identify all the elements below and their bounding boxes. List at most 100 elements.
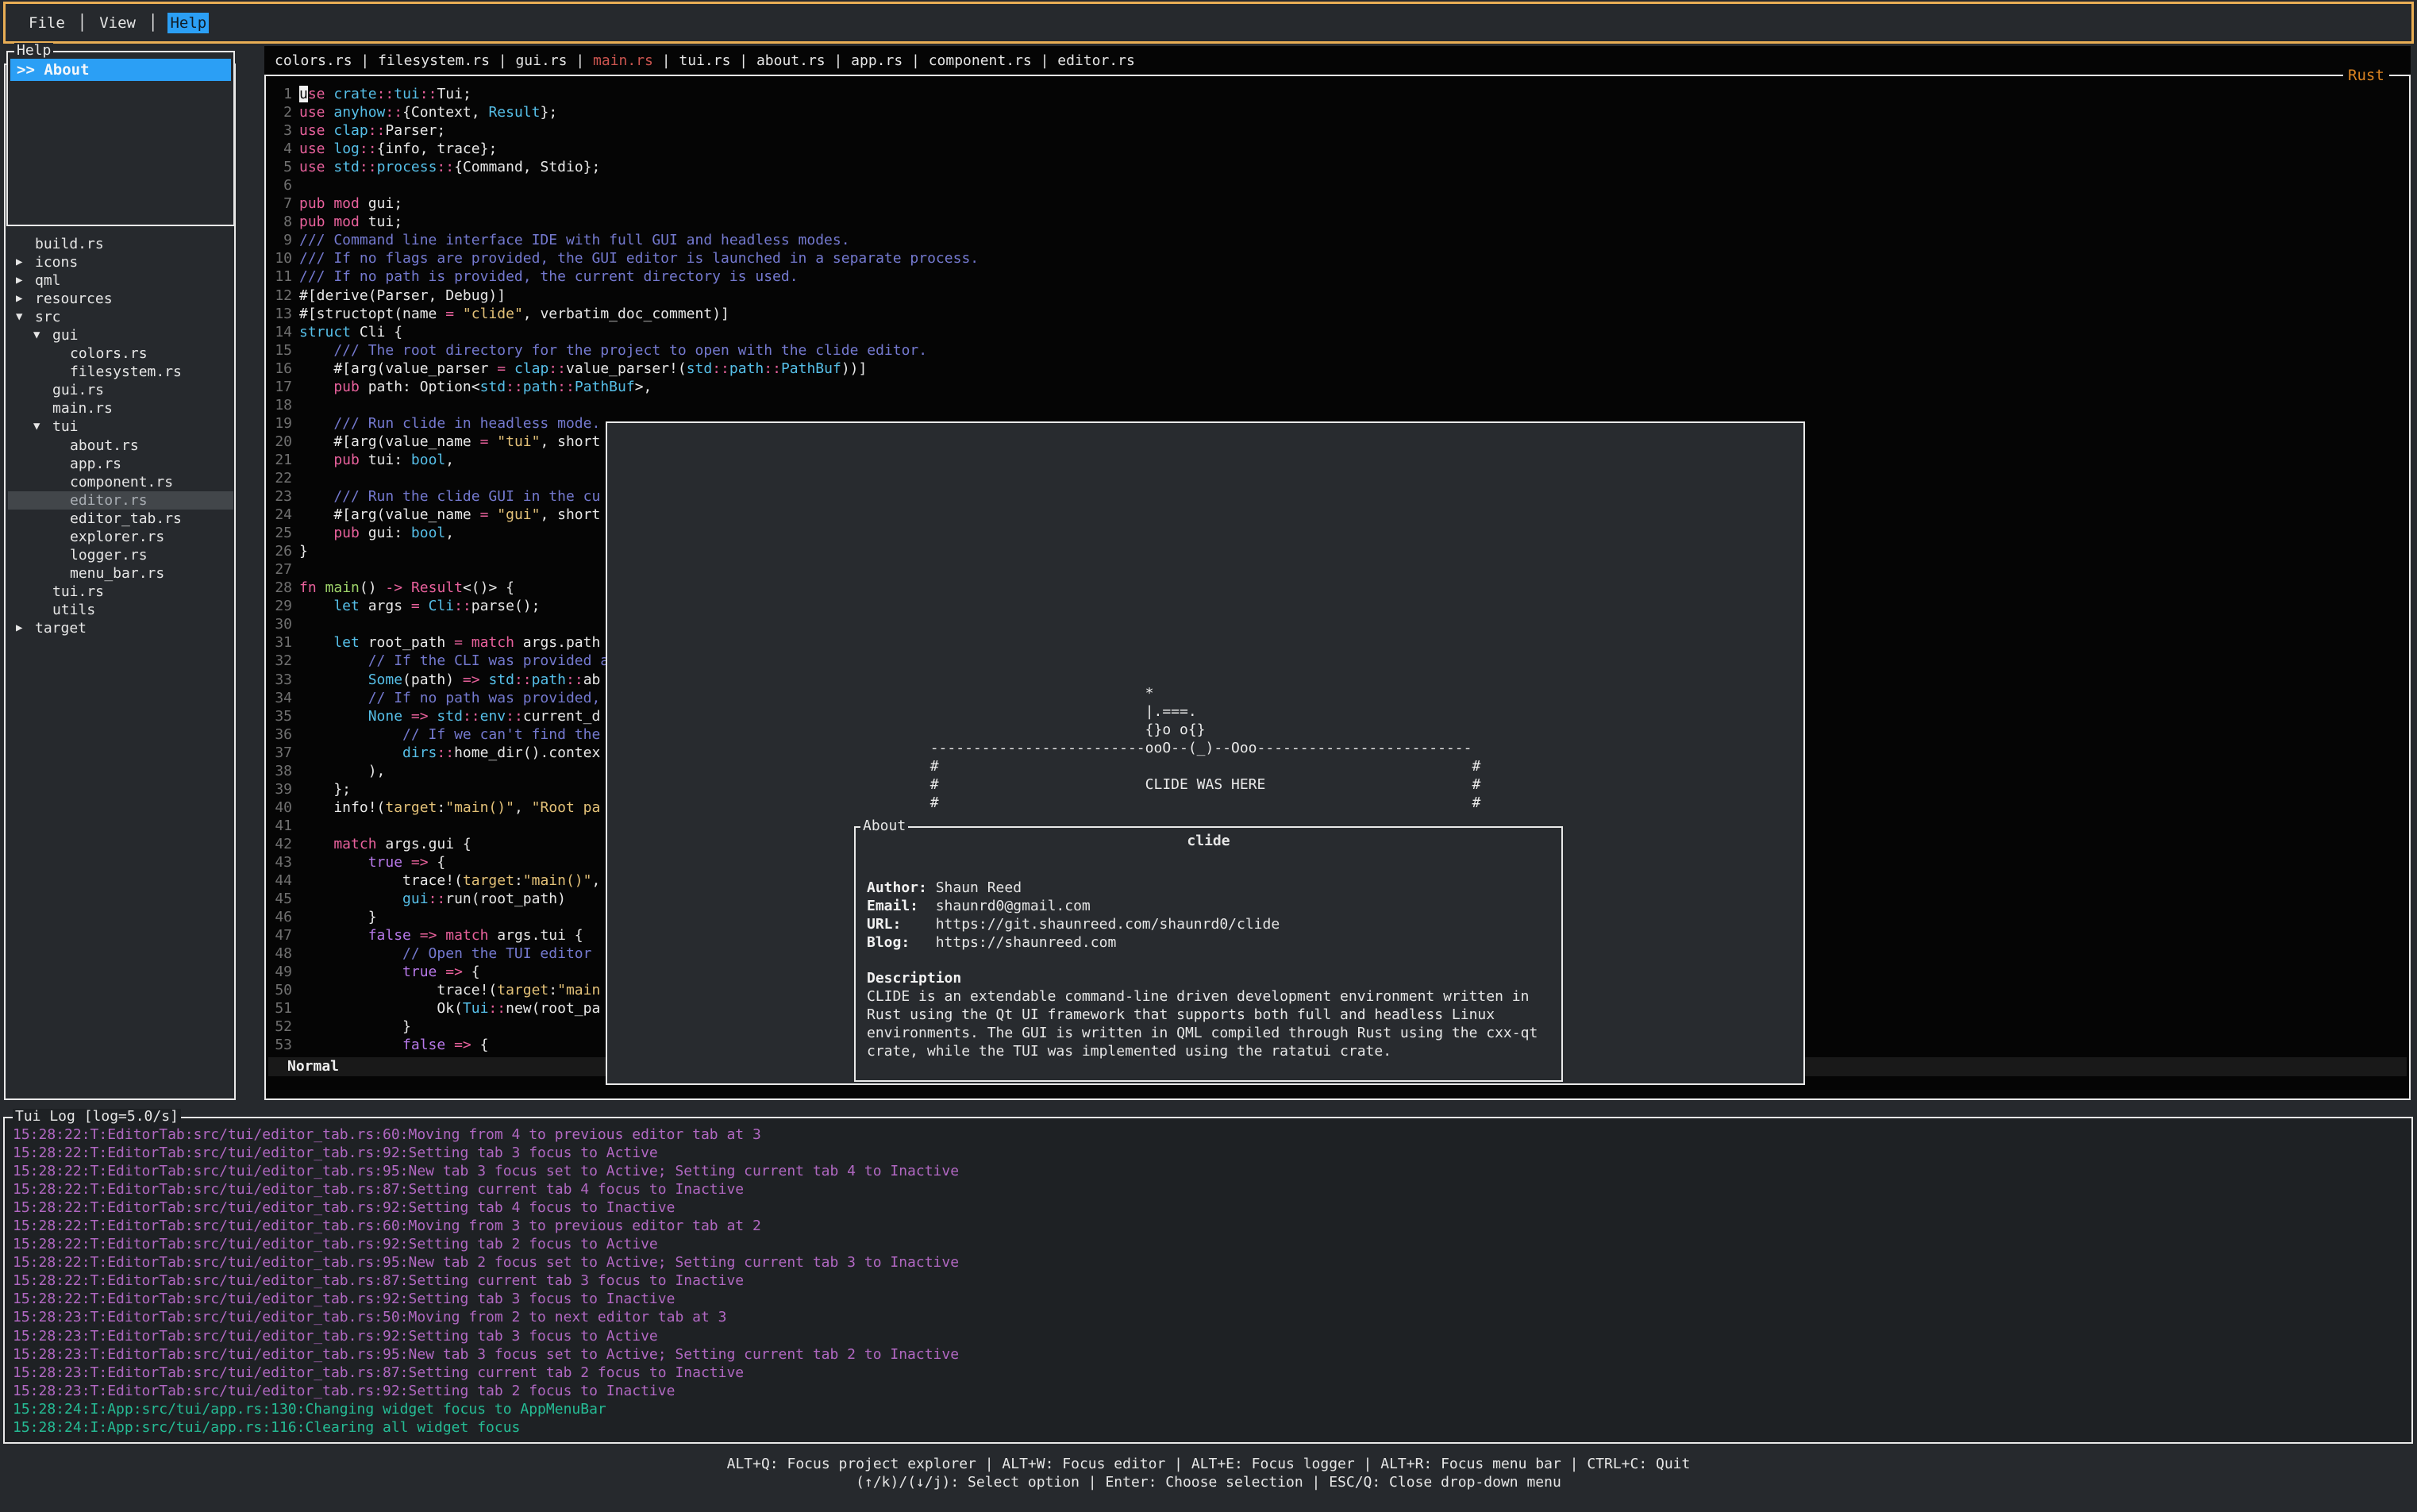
line-number: 9 xyxy=(268,231,292,249)
line-number: 19 xyxy=(268,414,292,433)
tree-item-src[interactable]: ▼src xyxy=(8,308,233,326)
tui-log-panel[interactable]: Tui Log [log=5.0/s] 15:28:22:T:EditorTab… xyxy=(3,1117,2413,1444)
code-line-text: fn main() -> Result<()> { xyxy=(299,579,514,597)
line-number: 20 xyxy=(268,433,292,451)
help-dropdown-item-about[interactable]: >> About xyxy=(10,59,231,81)
about-description-line: Rust using the Qt UI framework that supp… xyxy=(867,1006,1538,1024)
keybinding-line-2: (↑/k)/(↓/j): Select option | Enter: Choo… xyxy=(0,1473,2417,1491)
chevron-expanded-icon: ▼ xyxy=(33,417,52,436)
code-line-text: true => { xyxy=(299,963,480,981)
tree-indent xyxy=(51,564,70,583)
line-number: 7 xyxy=(268,194,292,213)
line-number: 10 xyxy=(268,249,292,267)
line-number: 25 xyxy=(268,524,292,542)
help-dropdown-menu: Help >> About xyxy=(6,51,235,226)
code-line-text: /// Command line interface IDE with full… xyxy=(299,231,850,249)
log-line-trace: 15:28:22:T:EditorTab:src/tui/editor_tab.… xyxy=(13,1125,959,1144)
tree-item-app-rs[interactable]: app.rs xyxy=(8,455,233,473)
tree-item-logger-rs[interactable]: logger.rs xyxy=(8,546,233,564)
tab-separator: | xyxy=(730,52,756,69)
code-line: 16 #[arg(value_parser = clap::value_pars… xyxy=(268,360,979,378)
line-number: 5 xyxy=(268,158,292,176)
tree-item-filesystem-rs[interactable]: filesystem.rs xyxy=(8,363,233,381)
editor-tab-editor.rs[interactable]: editor.rs xyxy=(1057,52,1135,69)
code-line: 15 /// The root directory for the projec… xyxy=(268,341,979,360)
menu-item-view[interactable]: View xyxy=(97,13,138,33)
code-line-text: pub gui: bool, xyxy=(299,524,454,542)
tree-item-utils[interactable]: utils xyxy=(8,601,233,619)
tree-item-label: main.rs xyxy=(52,399,113,417)
tree-item-tui[interactable]: ▼tui xyxy=(8,417,233,436)
editor-tab-main.rs[interactable]: main.rs xyxy=(593,52,653,69)
line-number: 6 xyxy=(268,176,292,194)
tree-item-about-rs[interactable]: about.rs xyxy=(8,437,233,455)
tree-item-label: app.rs xyxy=(70,455,121,473)
menu-item-file[interactable]: File xyxy=(26,13,67,33)
editor-tab-about.rs[interactable]: about.rs xyxy=(756,52,826,69)
line-number: 50 xyxy=(268,981,292,999)
editor-tab-colors.rs[interactable]: colors.rs xyxy=(275,52,352,69)
tree-indent xyxy=(51,437,70,455)
code-line: 12#[derive(Parser, Debug)] xyxy=(268,287,979,305)
line-number: 39 xyxy=(268,780,292,798)
menu-item-help[interactable]: Help xyxy=(167,13,209,33)
line-number: 52 xyxy=(268,1018,292,1036)
code-line: 2 use anyhow::{Context, Result}; xyxy=(268,103,979,121)
tree-item-target[interactable]: ▶target xyxy=(8,619,233,637)
editor-tab-component.rs[interactable]: component.rs xyxy=(929,52,1032,69)
line-number: 44 xyxy=(268,871,292,890)
code-line-text: } xyxy=(299,542,308,560)
log-line-trace: 15:28:22:T:EditorTab:src/tui/editor_tab.… xyxy=(13,1144,959,1162)
editor-tab-gui.rs[interactable]: gui.rs xyxy=(515,52,567,69)
code-line-text: trace!(target:"main()", xyxy=(299,871,600,890)
line-number: 4 xyxy=(268,140,292,158)
tree-item-qml[interactable]: ▶qml xyxy=(8,271,233,290)
tree-item-resources[interactable]: ▶resources xyxy=(8,290,233,308)
line-number: 41 xyxy=(268,817,292,835)
tree-item-icons[interactable]: ▶icons xyxy=(8,253,233,271)
line-number: 2 xyxy=(268,103,292,121)
code-line-text: /// If no flags are provided, the GUI ed… xyxy=(299,249,979,267)
tui-log-title: Tui Log [log=5.0/s] xyxy=(13,1109,181,1125)
about-description-lines: CLIDE is an extendable command-line driv… xyxy=(867,987,1538,1060)
tree-item-menu-bar-rs[interactable]: menu_bar.rs xyxy=(8,564,233,583)
editor-tab-filesystem.rs[interactable]: filesystem.rs xyxy=(378,52,490,69)
clide-ascii-art: * |.===. {}o o{} -----------------------… xyxy=(930,684,1481,812)
tree-item-colors-rs[interactable]: colors.rs xyxy=(8,344,233,363)
code-line: 13#[structopt(name = "clide", verbatim_d… xyxy=(268,305,979,323)
code-line: 18 xyxy=(268,396,979,414)
tree-item-tui-rs[interactable]: tui.rs xyxy=(8,583,233,601)
about-info-row-url: URL: https://git.shaunreed.com/shaunrd0/… xyxy=(867,915,1280,933)
tree-indent xyxy=(33,601,52,619)
menu-separator: │ xyxy=(78,14,87,32)
code-line-text: dirs::home_dir().contex xyxy=(299,744,600,762)
code-line-text: /// The root directory for the project t… xyxy=(299,341,927,360)
about-description: Description CLIDE is an extendable comma… xyxy=(867,969,1538,1060)
about-description-label: Description xyxy=(867,969,1538,987)
code-line: 4use log::{info, trace}; xyxy=(268,140,979,158)
tree-item-editor-tab-rs[interactable]: editor_tab.rs xyxy=(8,510,233,528)
tree-item-explorer-rs[interactable]: explorer.rs xyxy=(8,528,233,546)
tree-item-main-rs[interactable]: main.rs xyxy=(8,399,233,417)
code-line-text: } xyxy=(299,908,377,926)
log-line-trace: 15:28:22:T:EditorTab:src/tui/editor_tab.… xyxy=(13,1198,959,1217)
code-line-text: use anyhow::{Context, Result}; xyxy=(299,103,557,121)
chevron-expanded-icon: ▼ xyxy=(16,308,35,326)
tree-item-gui-rs[interactable]: gui.rs xyxy=(8,381,233,399)
tree-item-label: tui xyxy=(52,417,79,436)
line-number: 36 xyxy=(268,725,292,744)
tree-item-editor-rs[interactable]: editor.rs xyxy=(8,491,233,510)
tree-item-label: gui.rs xyxy=(52,381,104,399)
tree-indent xyxy=(51,491,70,510)
tree-item-build-rs[interactable]: build.rs xyxy=(8,235,233,253)
editor-tab-app.rs[interactable]: app.rs xyxy=(851,52,903,69)
line-number: 30 xyxy=(268,615,292,633)
tree-item-component-rs[interactable]: component.rs xyxy=(8,473,233,491)
log-line-trace: 15:28:22:T:EditorTab:src/tui/editor_tab.… xyxy=(13,1180,959,1198)
tab-separator: | xyxy=(1032,52,1058,69)
editor-tab-tui.rs[interactable]: tui.rs xyxy=(679,52,730,69)
chevron-expanded-icon: ▼ xyxy=(33,326,52,344)
code-line-text: /// If no path is provided, the current … xyxy=(299,267,799,286)
tree-item-gui[interactable]: ▼gui xyxy=(8,326,233,344)
code-line-text: false => match args.tui { xyxy=(299,926,583,945)
